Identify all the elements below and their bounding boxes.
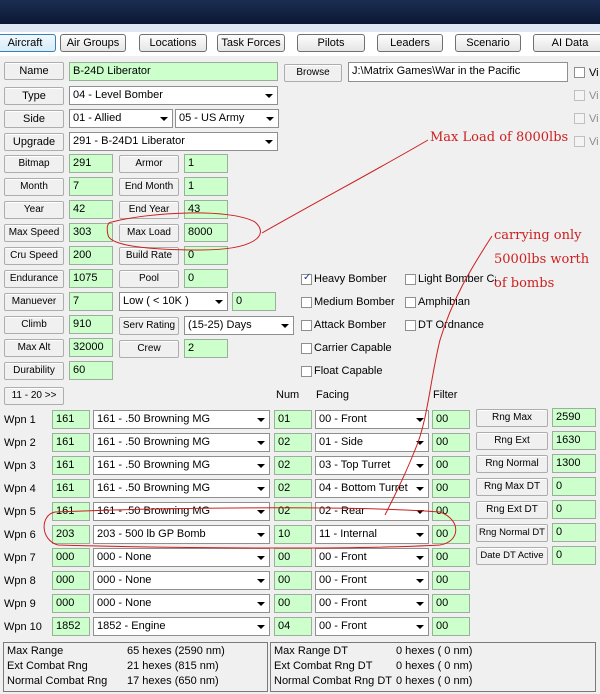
annotation-strokes bbox=[43, 139, 493, 549]
carry-annotation-line-2: 5000lbs worth bbox=[494, 252, 590, 267]
carry-annotation-line-3: of bombs bbox=[494, 276, 555, 291]
carry-annotation-line-1: carrying only bbox=[494, 228, 582, 243]
max-load-annotation: Max Load of 8000lbs bbox=[430, 130, 569, 145]
